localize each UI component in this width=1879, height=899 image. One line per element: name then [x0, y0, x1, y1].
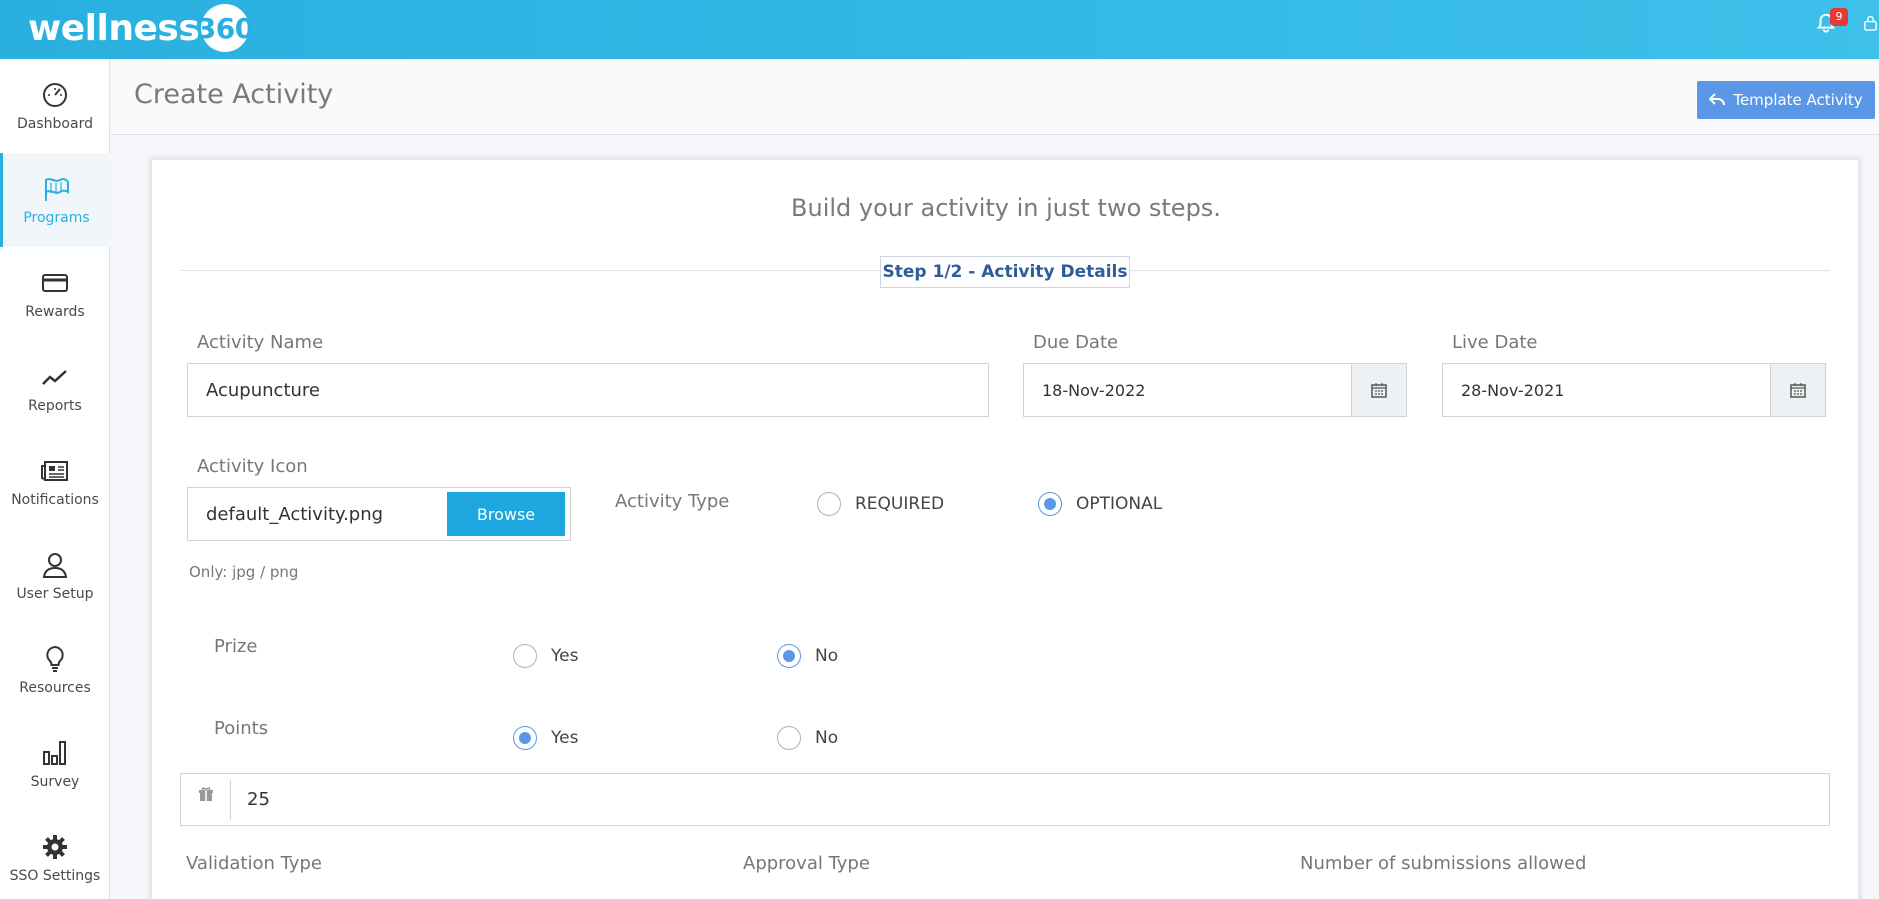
top-bar: wellness 360 9: [0, 0, 1879, 59]
radio-label: OPTIONAL: [1076, 494, 1163, 514]
sidebar: Dashboard Programs Rewards Reports Notif…: [0, 59, 110, 899]
sidebar-item-rewards[interactable]: Rewards: [0, 247, 110, 341]
template-activity-label: Template Activity: [1733, 91, 1863, 109]
live-date-label: Live Date: [1452, 332, 1538, 353]
reply-icon: [1709, 93, 1726, 106]
gear-icon: [43, 835, 67, 859]
due-date-field[interactable]: 18-Nov-2022: [1023, 363, 1407, 417]
activity-icon-field: default_Activity.png Browse: [187, 487, 571, 541]
radio-circle[interactable]: [777, 644, 801, 668]
radio-circle[interactable]: [1038, 492, 1062, 516]
prize-yes-radio[interactable]: Yes: [513, 644, 578, 668]
logo-number: 360: [197, 4, 254, 52]
sidebar-item-label: Rewards: [25, 304, 85, 320]
due-date-value[interactable]: 18-Nov-2022: [1024, 364, 1351, 416]
sidebar-item-label: Resources: [19, 680, 91, 696]
activity-icon-filename: default_Activity.png: [206, 503, 384, 525]
radio-circle[interactable]: [513, 726, 537, 750]
points-label: Points: [214, 718, 269, 739]
live-date-value[interactable]: 28-Nov-2021: [1443, 364, 1770, 416]
form-intro: Build your activity in just two steps.: [791, 194, 1221, 222]
calendar-icon: [1790, 383, 1806, 398]
sidebar-item-resources[interactable]: Resources: [0, 623, 110, 717]
validation-type-label: Validation Type: [186, 853, 322, 874]
user-icon: [42, 553, 68, 578]
logo-text: wellness: [28, 7, 200, 49]
page-header: Create Activity Template Activity: [111, 59, 1879, 135]
activity-form-card: Build your activity in just two steps. S…: [151, 159, 1859, 899]
radio-label: No: [815, 646, 839, 666]
step-label: Step 1/2 - Activity Details: [880, 256, 1130, 288]
sidebar-item-label: SSO Settings: [9, 868, 101, 884]
activity-type-required-radio[interactable]: REQUIRED: [817, 492, 944, 516]
radio-label: Yes: [551, 728, 579, 748]
logo[interactable]: wellness 360: [28, 4, 254, 52]
page-title: Create Activity: [134, 79, 334, 110]
sidebar-item-label: Reports: [28, 398, 82, 414]
notification-badge: 9: [1830, 8, 1848, 26]
template-activity-button[interactable]: Template Activity: [1697, 81, 1875, 119]
due-date-calendar-button[interactable]: [1351, 364, 1406, 416]
activity-type-label: Activity Type: [615, 491, 730, 512]
sidebar-item-label: Programs: [23, 210, 90, 226]
activity-type-optional-radio[interactable]: OPTIONAL: [1038, 492, 1162, 516]
radio-label: Yes: [551, 646, 579, 666]
activity-name-label: Activity Name: [197, 332, 324, 353]
due-date-label: Due Date: [1033, 332, 1119, 353]
sidebar-item-sso-settings[interactable]: SSO Settings: [0, 811, 110, 899]
sidebar-item-label: Dashboard: [17, 116, 93, 132]
lock-icon[interactable]: [1862, 12, 1879, 34]
radio-circle[interactable]: [513, 644, 537, 668]
sidebar-item-survey[interactable]: Survey: [0, 717, 110, 811]
radio-circle[interactable]: [777, 726, 801, 750]
radio-circle[interactable]: [817, 492, 841, 516]
submissions-label: Number of submissions allowed: [1300, 853, 1587, 874]
points-input-group: 25: [180, 773, 1830, 826]
activity-icon-label: Activity Icon: [197, 456, 308, 477]
calendar-icon: [1371, 383, 1387, 398]
live-date-field[interactable]: 28-Nov-2021: [1442, 363, 1826, 417]
radio-label: REQUIRED: [855, 494, 945, 514]
browse-button[interactable]: Browse: [447, 492, 565, 536]
sidebar-item-user-setup[interactable]: User Setup: [0, 529, 110, 623]
prize-label: Prize: [214, 636, 258, 657]
bulb-icon: [46, 645, 64, 672]
bar-chart-icon: [43, 741, 66, 765]
gauge-icon: [43, 83, 67, 107]
sidebar-item-notifications[interactable]: Notifications: [0, 435, 110, 529]
card-icon: [42, 274, 68, 292]
activity-name-input[interactable]: Acupuncture: [187, 363, 989, 417]
file-type-hint: Only: jpg / png: [189, 563, 299, 581]
approval-type-label: Approval Type: [743, 853, 870, 874]
gift-icon: [198, 786, 213, 801]
sidebar-item-label: Survey: [30, 774, 80, 790]
sidebar-item-dashboard[interactable]: Dashboard: [0, 59, 110, 153]
flags-icon: [44, 178, 69, 201]
gift-icon-wrap: [181, 779, 231, 820]
points-yes-radio[interactable]: Yes: [513, 726, 578, 750]
radio-label: No: [815, 728, 839, 748]
newspaper-icon: [41, 461, 68, 481]
trend-icon: [42, 370, 67, 385]
sidebar-item-programs[interactable]: Programs: [0, 153, 110, 247]
live-date-calendar-button[interactable]: [1770, 364, 1825, 416]
points-no-radio[interactable]: No: [777, 726, 838, 750]
sidebar-item-label: Notifications: [11, 492, 99, 508]
sidebar-item-label: User Setup: [16, 586, 94, 602]
points-input[interactable]: 25: [231, 789, 270, 810]
prize-no-radio[interactable]: No: [777, 644, 838, 668]
sidebar-item-reports[interactable]: Reports: [0, 341, 110, 435]
